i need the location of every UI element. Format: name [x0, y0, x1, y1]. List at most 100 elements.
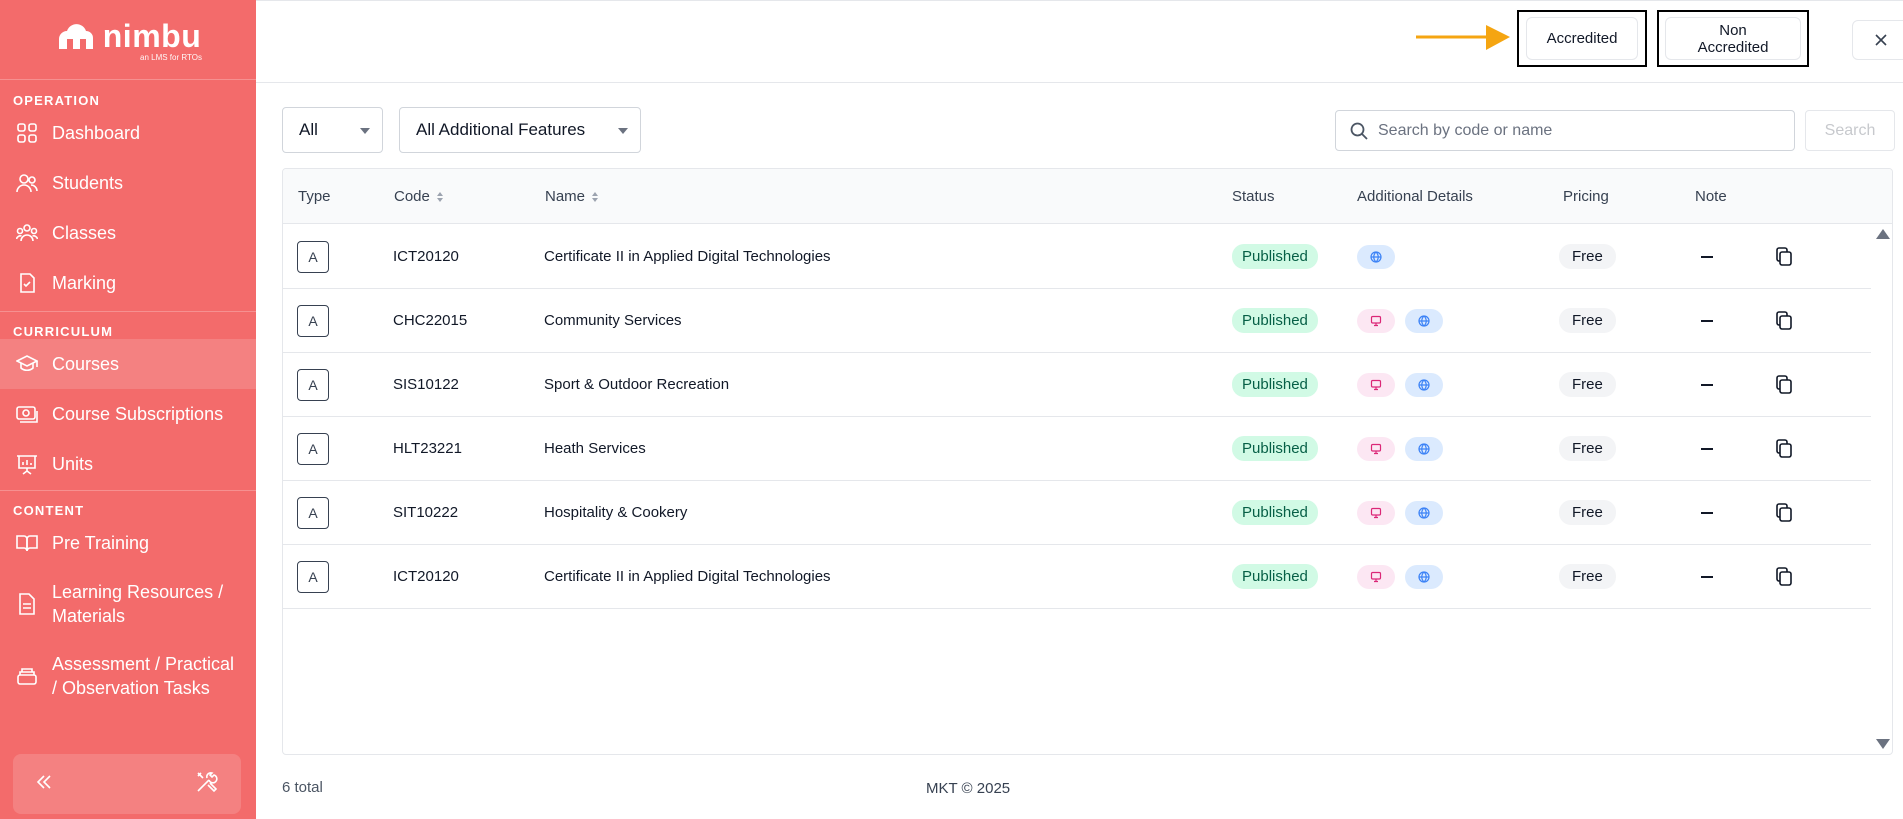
graduation-cap-icon — [16, 355, 38, 372]
sidebar-item-dashboard[interactable]: Dashboard — [0, 108, 256, 158]
copy-button[interactable] — [1775, 481, 1793, 544]
sidebar-item-label: Dashboard — [52, 123, 141, 143]
additional-details — [1357, 545, 1453, 608]
status-badge: Published — [1232, 564, 1318, 589]
total-count: 6 total — [282, 779, 323, 796]
accredited-tab-highlight: Accredited — [1517, 10, 1647, 67]
column-header-pricing: Pricing — [1563, 188, 1609, 205]
tools-icon — [197, 771, 218, 792]
additional-details — [1357, 353, 1453, 416]
copy-button[interactable] — [1775, 545, 1793, 608]
search-input[interactable] — [1378, 121, 1778, 140]
sidebar-item-learning-resources[interactable]: Learning Resources / Materials — [0, 568, 256, 640]
globe-icon — [1370, 250, 1382, 263]
additional-details — [1357, 481, 1453, 544]
note-empty-dash — [1701, 383, 1713, 386]
online-badge — [1405, 372, 1443, 397]
collapse-sidebar-button[interactable] — [35, 773, 53, 796]
search-button[interactable]: Search — [1805, 110, 1895, 151]
course-code: ICT20120 — [393, 568, 459, 585]
brand-logo[interactable]: nimbu an LMS for RTOs — [0, 0, 256, 80]
table-row[interactable]: A HLT23221 Heath Services Published Free — [283, 417, 1871, 481]
pricing-badge: Free — [1559, 564, 1616, 589]
column-header-name[interactable]: Name — [545, 169, 599, 224]
tools-button[interactable] — [195, 770, 219, 799]
table-scrollbar[interactable] — [1872, 225, 1892, 754]
sidebar-item-label: Students — [52, 173, 124, 193]
note-empty-dash — [1701, 575, 1713, 578]
copy-button[interactable] — [1775, 417, 1793, 480]
table-row[interactable]: A SIS10122 Sport & Outdoor Recreation Pu… — [283, 353, 1871, 417]
non-accredited-tab[interactable]: Non Accredited — [1665, 17, 1801, 60]
sidebar-item-pre-training[interactable]: Pre Training — [0, 518, 256, 568]
course-name: Heath Services — [544, 440, 646, 457]
sidebar-item-label: Pre Training — [52, 533, 150, 553]
face-to-face-badge — [1357, 372, 1395, 397]
globe-icon — [1418, 378, 1430, 391]
note-empty-dash — [1701, 255, 1713, 258]
type-badge: A — [297, 304, 329, 337]
type-filter-value: All — [299, 120, 318, 139]
monitor-icon — [1370, 571, 1382, 582]
globe-icon — [1418, 506, 1430, 519]
chevron-down-icon — [360, 128, 370, 134]
group-icon — [16, 224, 38, 242]
course-code: SIT10222 — [393, 504, 459, 521]
copyright-text: MKT © 2025 — [926, 780, 1011, 797]
sidebar-item-units[interactable]: Units — [0, 439, 256, 489]
column-header-code[interactable]: Code — [394, 169, 444, 224]
chevron-down-icon — [618, 128, 628, 134]
accredited-tab[interactable]: Accredited — [1526, 17, 1638, 60]
sidebar-item-courses[interactable]: Courses — [0, 339, 256, 389]
scroll-down-arrow-icon[interactable] — [1876, 739, 1890, 749]
scroll-up-arrow-icon[interactable] — [1876, 229, 1890, 239]
pricing-badge: Free — [1559, 500, 1616, 525]
course-code: SIS10122 — [393, 376, 459, 393]
copy-button[interactable] — [1775, 353, 1793, 416]
sidebar-item-assessment-tasks[interactable]: Assessment / Practical / Observation Tas… — [0, 640, 256, 712]
monitor-icon — [1370, 507, 1382, 518]
type-filter-select[interactable]: All — [282, 107, 383, 153]
close-button[interactable] — [1852, 20, 1903, 60]
sidebar-item-course-subscriptions[interactable]: Course Subscriptions — [0, 389, 256, 439]
sidebar-item-label: Marking — [52, 273, 117, 293]
top-bar: Accredited Non Accredited — [256, 0, 1903, 83]
section-label-operation: OPERATION — [13, 93, 101, 108]
sidebar-item-label: Learning Resources / Materials — [52, 582, 224, 626]
features-filter-select[interactable]: All Additional Features — [399, 107, 641, 153]
non-accredited-tab-highlight: Non Accredited — [1657, 10, 1809, 67]
table-row[interactable]: A CHC22015 Community Services Published … — [283, 289, 1871, 353]
sidebar-footer — [13, 754, 241, 814]
type-badge: A — [297, 368, 329, 401]
copy-icon — [1776, 438, 1792, 458]
arrow-right-icon — [1416, 25, 1510, 50]
note-empty-dash — [1701, 319, 1713, 322]
stack-icon — [17, 668, 37, 685]
copy-button[interactable] — [1775, 225, 1793, 288]
monitor-icon — [1370, 443, 1382, 454]
grid-icon — [17, 123, 37, 143]
pricing-badge: Free — [1559, 244, 1616, 269]
copy-icon — [1776, 502, 1792, 522]
copy-button[interactable] — [1775, 289, 1793, 352]
table-row[interactable]: A ICT20120 Certificate II in Applied Dig… — [283, 545, 1871, 609]
additional-details — [1357, 225, 1405, 288]
monitor-icon — [1370, 315, 1382, 326]
status-badge: Published — [1232, 308, 1318, 333]
copy-icon — [1776, 310, 1792, 330]
clipboard-check-icon — [20, 273, 35, 293]
column-header-note: Note — [1695, 188, 1727, 205]
courses-table: Type Code Name Status Additional Details… — [282, 168, 1893, 755]
section-label-content: CONTENT — [13, 503, 85, 518]
face-to-face-badge — [1357, 436, 1395, 461]
sidebar-item-students[interactable]: Students — [0, 158, 256, 208]
sidebar-item-marking[interactable]: Marking — [0, 258, 256, 308]
sidebar-item-classes[interactable]: Classes — [0, 208, 256, 258]
course-name: Certificate II in Applied Digital Techno… — [544, 248, 831, 265]
table-row[interactable]: A SIT10222 Hospitality & Cookery Publish… — [283, 481, 1871, 545]
table-row[interactable]: A ICT20120 Certificate II in Applied Dig… — [283, 225, 1871, 289]
search-field[interactable] — [1335, 110, 1795, 151]
sort-icon — [592, 191, 599, 202]
brand-name: nimbu — [102, 17, 202, 54]
sidebar-item-label: Courses — [52, 354, 120, 374]
